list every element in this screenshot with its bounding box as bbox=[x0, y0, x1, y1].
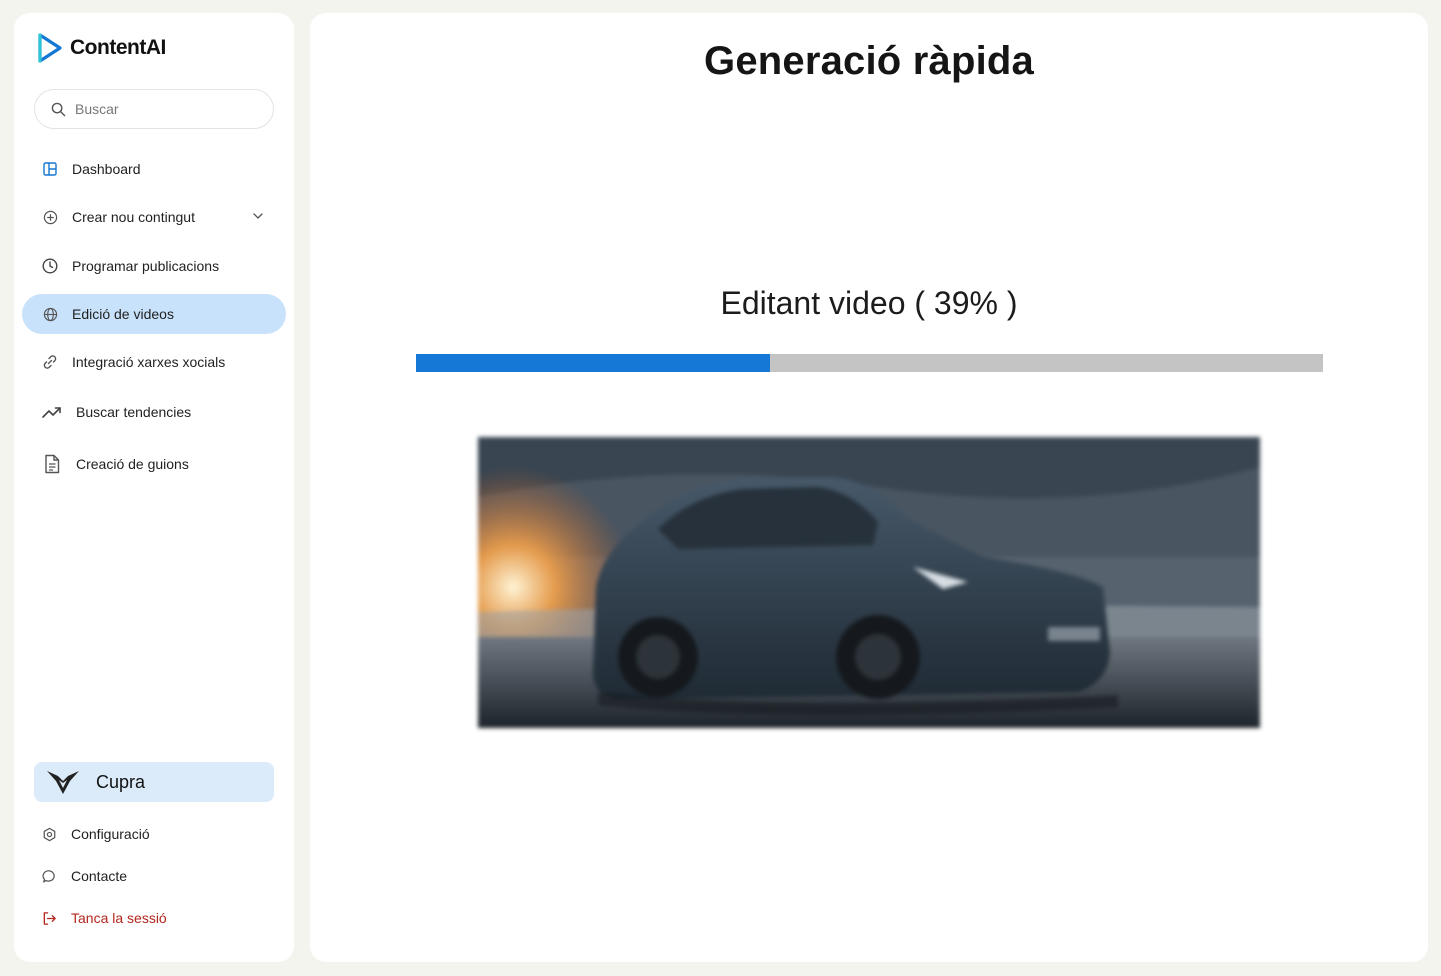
sidebar-item-logout[interactable]: Tanca la sessió bbox=[42, 906, 167, 930]
sidebar-item-label: Programar publicacions bbox=[72, 258, 220, 274]
sidebar-item-contact[interactable]: Contacte bbox=[42, 864, 127, 888]
page-title: Generació ràpida bbox=[704, 39, 1034, 83]
sidebar-item-create-content[interactable]: Crear nou contingut bbox=[22, 197, 286, 237]
progress-bar bbox=[416, 354, 1323, 372]
search-input[interactable] bbox=[75, 101, 245, 117]
sidebar-item-script-creation[interactable]: Creació de guions bbox=[22, 444, 286, 484]
sidebar-item-social-integration[interactable]: Integració xarxes xocials bbox=[22, 342, 286, 382]
sidebar-item-label: Configuració bbox=[71, 826, 150, 842]
sidebar-item-label: Integració xarxes xocials bbox=[72, 354, 226, 370]
clock-icon bbox=[42, 258, 58, 274]
sidebar-item-label: Buscar tendencies bbox=[76, 404, 192, 420]
sidebar-item-label: Tanca la sessió bbox=[71, 910, 167, 926]
settings-icon bbox=[43, 827, 56, 841]
sidebar-item-dashboard[interactable]: Dashboard bbox=[22, 149, 286, 189]
play-logo-icon bbox=[38, 33, 62, 63]
sidebar-item-search-trends[interactable]: Buscar tendencies bbox=[22, 392, 286, 432]
video-preview-image bbox=[478, 437, 1260, 728]
cupra-logo-icon bbox=[47, 771, 79, 794]
sidebar-item-label: Crear nou contingut bbox=[72, 209, 195, 225]
logout-icon bbox=[43, 911, 56, 925]
document-icon bbox=[42, 454, 62, 474]
sidebar-item-video-editing[interactable]: Edició de videos bbox=[22, 294, 286, 334]
sidebar-item-label: Dashboard bbox=[72, 161, 141, 177]
sidebar-item-schedule-posts[interactable]: Programar publicacions bbox=[22, 246, 286, 286]
sidebar-item-label: Creació de guions bbox=[76, 456, 189, 472]
sidebar-item-label: Contacte bbox=[71, 868, 128, 884]
trending-up-icon bbox=[42, 404, 62, 420]
brand-selector[interactable]: Cupra bbox=[34, 762, 274, 802]
chat-icon bbox=[42, 869, 55, 883]
sidebar-item-settings[interactable]: Configuració bbox=[42, 822, 150, 846]
car-image bbox=[478, 437, 1260, 728]
progress-bar-fill bbox=[416, 354, 770, 372]
progress-label: Editant video ( 39% ) bbox=[720, 285, 1018, 321]
app-logo[interactable]: ContentAI bbox=[36, 31, 166, 65]
search-box[interactable] bbox=[34, 89, 274, 129]
plus-circle-icon bbox=[42, 209, 58, 225]
sidebar-item-label: Edició de videos bbox=[72, 306, 174, 322]
search-icon bbox=[51, 102, 66, 116]
sidebar: ContentAI Dashboard Crear nou contingut bbox=[14, 13, 294, 962]
globe-icon bbox=[42, 306, 58, 322]
link-icon bbox=[42, 354, 58, 370]
main-panel: Generació ràpida Editant video ( 39% ) bbox=[310, 13, 1428, 962]
dashboard-icon bbox=[42, 161, 58, 177]
app-name: ContentAI bbox=[70, 36, 166, 59]
brand-name: Cupra bbox=[96, 771, 146, 792]
chevron-down-icon[interactable] bbox=[252, 210, 264, 222]
